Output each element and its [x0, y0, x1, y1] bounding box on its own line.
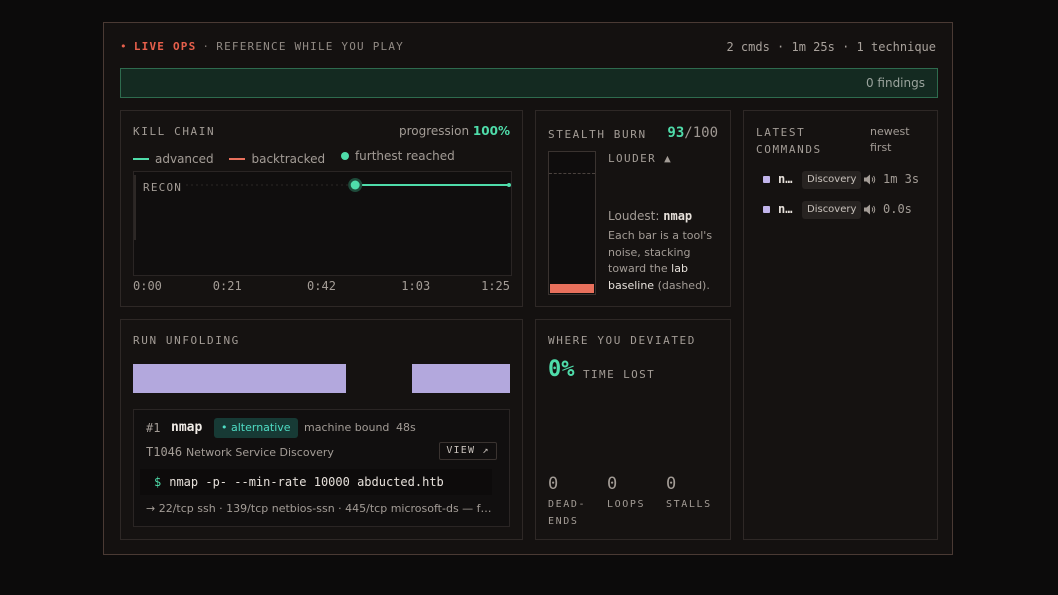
time-lost-percent: 0%	[548, 357, 575, 382]
command-text: nmap -p- --min-rate 10000 abducted.htb	[169, 475, 444, 489]
gauge-description: Each bar is a tool's noise, stacking tow…	[608, 229, 713, 292]
louder-label: LOUDER ▲	[608, 152, 673, 165]
top-bar: • LIVE OPS · REFERENCE WHILE YOU PLAY 2 cmd…	[120, 40, 936, 56]
metric-label: DEAD-ENDS	[548, 499, 587, 527]
kill-chain-chart: RECON	[133, 171, 512, 276]
step-number: #1	[146, 421, 161, 435]
alternative-badge: • alternative	[214, 418, 298, 438]
metric-label: STALLS	[666, 499, 712, 510]
run-unfolding-title: RUN UNFOLDING	[133, 334, 240, 347]
header-separator: ·	[202, 40, 211, 53]
command-detail-card: #1 nmap • alternative machine bound 48s …	[133, 409, 510, 527]
metric-stalls: 0 STALLS	[666, 474, 712, 513]
time-tick-label: 1:03	[401, 279, 431, 293]
latest-commands-panel: LATEST COMMANDS newest first nmap Discov…	[743, 110, 938, 540]
stealth-score: 93/100	[667, 125, 718, 141]
command-time: 0.0s	[883, 202, 912, 216]
prompt-symbol: $	[154, 475, 162, 489]
view-button[interactable]: VIEW ↗	[439, 442, 497, 460]
session-stats: 2 cmds · 1m 25s · 1 technique	[726, 40, 936, 54]
command-time: 1m 3s	[883, 172, 920, 186]
kill-chain-title: KILL CHAIN	[133, 125, 216, 138]
noise-fill	[550, 284, 594, 293]
kill-chain-panel: KILL CHAIN progression 100% advanced bac…	[120, 110, 523, 307]
step-duration: 48s	[396, 421, 416, 434]
stealth-burn-title: STEALTH BURN	[548, 128, 647, 141]
command-name: nmap	[778, 202, 796, 216]
command-color-icon	[763, 176, 770, 183]
series-endpoint	[507, 183, 511, 187]
metric-loops: 0 LOOPS	[607, 474, 645, 513]
live-dot-icon: •	[120, 40, 128, 53]
sort-order-label[interactable]: newest first	[870, 124, 930, 156]
command-item[interactable]: nmap Discovery 1m 3s	[756, 170, 934, 190]
time-axis: 0:00 0:21 0:42 1:03 1:25	[133, 279, 510, 295]
progression-indicator: progression 100%	[399, 124, 510, 138]
stealth-score-value: 93	[667, 125, 685, 141]
legend-backtracked: backtracked	[229, 152, 325, 166]
time-tick-label: 1:25	[481, 279, 510, 293]
deviation-title: WHERE YOU DEVIATED	[548, 334, 697, 347]
stealth-score-max: /100	[684, 125, 718, 141]
live-ops-label: LIVE OPS	[133, 40, 197, 53]
technique-id: T1046	[146, 445, 183, 459]
backtracked-line-icon	[229, 158, 246, 160]
legend-advanced: advanced	[133, 152, 214, 166]
advanced-line-icon	[133, 158, 149, 160]
deviation-panel: WHERE YOU DEVIATED 0% TIME LOST 0 DEAD-EN…	[535, 319, 731, 540]
live-ops-panel: • LIVE OPS · REFERENCE WHILE YOU PLAY 2 cmd…	[103, 22, 953, 555]
live-ops-header: • LIVE OPS · REFERENCE WHILE YOU PLAY	[120, 40, 404, 53]
legend-furthest: furthest reached	[340, 149, 455, 163]
progression-value: 100%	[472, 124, 510, 138]
run-segment[interactable]	[133, 364, 346, 393]
run-unfolding-panel: RUN UNFOLDING #1 nmap • alternative mach…	[120, 319, 523, 540]
kill-chain-plot	[134, 175, 511, 240]
command-output: → 22/tcp ssh · 139/tcp netbios-ssn · 445…	[146, 502, 498, 515]
noise-gauge	[548, 151, 596, 295]
furthest-reached-point[interactable]	[350, 180, 360, 190]
progression-label: progression	[399, 124, 470, 138]
findings-bar[interactable]: 0 findings	[120, 68, 938, 98]
technique-name: Network Service Discovery	[185, 446, 334, 459]
time-tick-label: 0:00	[133, 279, 162, 293]
technique: T1046 Network Service Discovery	[146, 445, 334, 459]
tactic-tag: Discovery	[802, 171, 862, 189]
command-name: nmap	[778, 172, 796, 186]
loudest-tool-name: nmap	[663, 209, 693, 223]
chart-legend: advanced backtracked furthest reached	[133, 149, 467, 166]
speaker-icon	[864, 204, 876, 215]
run-segment[interactable]	[411, 364, 510, 393]
metric-value: 0	[666, 474, 677, 494]
loudest-tool: Loudest: nmap	[608, 209, 693, 223]
tactic-tag: Discovery	[802, 201, 862, 219]
command-line: $ nmap -p- --min-rate 10000 abducted.htb	[140, 469, 492, 495]
lab-baseline	[549, 173, 595, 174]
header-subtitle: REFERENCE WHILE YOU PLAY	[216, 40, 404, 53]
metric-dead-ends: 0 DEAD-ENDS	[548, 474, 592, 530]
stealth-burn-panel: STEALTH BURN 93/100 LOUDER ▲ Loudest: nm…	[535, 110, 731, 307]
metric-value: 0	[607, 474, 618, 494]
command-item[interactable]: nmap Discovery 0.0s	[756, 200, 934, 220]
command-color-icon	[763, 206, 770, 213]
machine-bound-label: machine bound	[304, 421, 390, 434]
time-tick-label: 0:21	[212, 279, 242, 293]
tool-name: nmap	[171, 420, 203, 435]
metric-value: 0	[548, 474, 559, 494]
latest-commands-title: LATEST COMMANDS	[756, 126, 822, 156]
metric-label: LOOPS	[607, 499, 646, 510]
furthest-dot-icon	[340, 152, 349, 160]
time-tick-label: 0:42	[307, 279, 336, 293]
speaker-icon	[864, 174, 876, 185]
time-lost-label: TIME LOST	[583, 368, 656, 381]
findings-count: 0 findings	[865, 76, 925, 90]
